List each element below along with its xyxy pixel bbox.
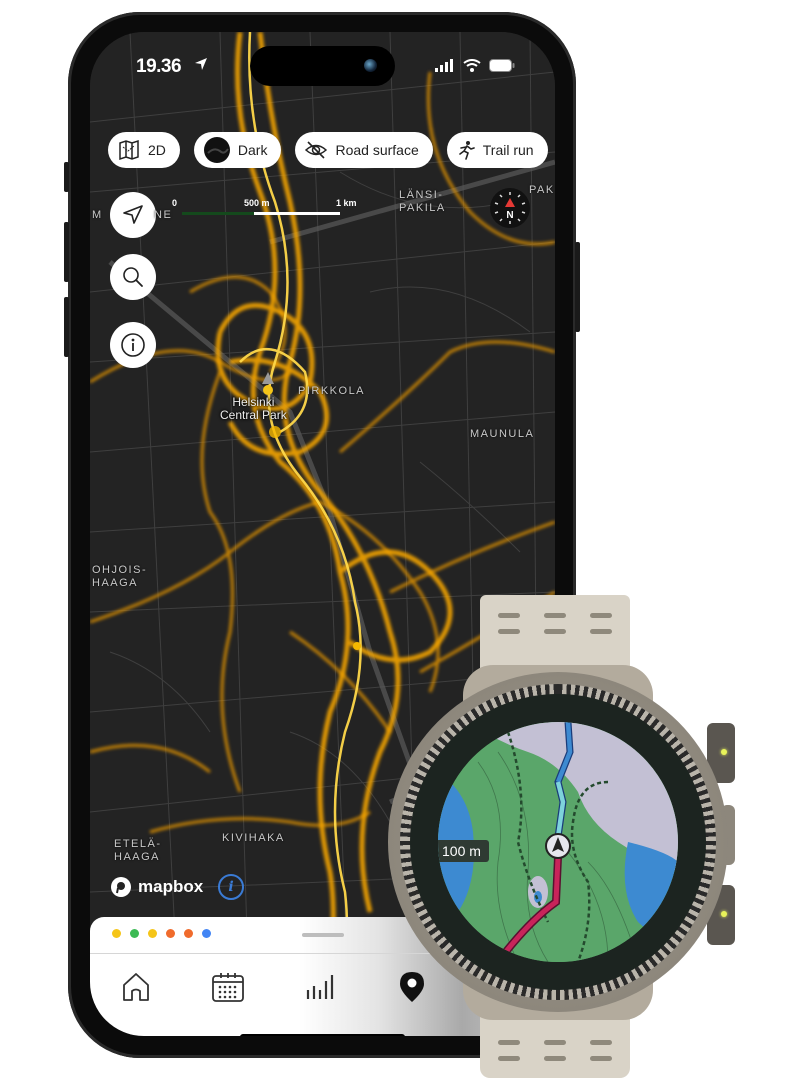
place-label: ETELÄ- HAAGA — [114, 838, 162, 863]
nav-calendar[interactable] — [210, 969, 246, 1005]
scale-bar-segment — [182, 212, 254, 215]
place-label: KIVIHAKA — [222, 832, 285, 844]
activity-dot — [202, 929, 211, 938]
chip-trail-run[interactable]: Trail run — [446, 132, 548, 168]
watch-bezel-inner: 100 m — [410, 694, 706, 990]
place-label: PIRKKOLA — [298, 385, 366, 397]
waypoint-flag-icon — [447, 751, 465, 769]
place-label: OHJOIS- HAAGA — [92, 564, 148, 589]
park-marker[interactable] — [263, 385, 273, 395]
search-button[interactable] — [110, 254, 156, 300]
place-label: MAUNULA — [470, 428, 535, 440]
chip-label: 2D — [148, 142, 166, 158]
status-time: 19.36 — [136, 56, 182, 77]
location-arrow-icon — [195, 58, 207, 70]
mapbox-icon — [111, 877, 131, 897]
sheet-drag-handle[interactable] — [302, 933, 344, 937]
place-label-park: Helsinki Central Park — [220, 395, 287, 422]
battery-icon — [489, 59, 515, 72]
status-icons — [435, 59, 515, 72]
activity-dot — [130, 929, 139, 938]
dynamic-island — [250, 46, 395, 86]
chip-2d[interactable]: 2D — [108, 132, 180, 168]
attribution-info-button[interactable]: i — [218, 874, 244, 900]
search-icon — [123, 267, 143, 287]
map-filter-chips: 2D Dark Road surface Trail run — [108, 132, 548, 168]
activity-type-dots — [112, 929, 211, 938]
locate-button[interactable] — [110, 192, 156, 238]
place-label: NE — [154, 209, 173, 221]
compass-button[interactable]: N — [490, 188, 530, 228]
calendar-icon — [212, 973, 244, 1002]
power-button — [575, 242, 580, 332]
info-icon — [121, 333, 145, 357]
mapbox-logo[interactable]: mapbox — [110, 876, 203, 898]
chip-road-surface[interactable]: Road surface — [295, 132, 433, 168]
scale-label: 1 km — [336, 198, 357, 208]
stats-bars-icon — [306, 975, 334, 999]
info-button[interactable] — [110, 322, 156, 368]
home-indicator[interactable] — [240, 1034, 405, 1036]
mapbox-wordmark: mapbox — [138, 877, 204, 896]
smartwatch: 100 m — [385, 595, 745, 1090]
wifi-icon — [463, 59, 481, 72]
place-label: LÄNSI- PAKILA — [399, 189, 446, 214]
dark-style-icon — [203, 137, 230, 163]
info-icon: i — [228, 879, 234, 895]
watch-screen[interactable]: 100 m — [438, 722, 678, 962]
chip-label: Dark — [237, 142, 268, 158]
compass-icon: N — [494, 192, 526, 224]
scale-bar: 0 500 m 1 km — [172, 198, 362, 222]
activity-dot — [166, 929, 175, 938]
poi-marker[interactable] — [353, 642, 361, 650]
scale-bar-segment — [254, 212, 340, 215]
runner-icon — [457, 140, 475, 160]
chip-dark[interactable]: Dark — [193, 132, 282, 168]
navigation-arrow-icon — [123, 205, 143, 224]
watch-scale-label: 100 m — [438, 840, 489, 862]
eye-off-icon — [305, 141, 328, 159]
scale-label: 0 — [172, 198, 178, 208]
nav-stats[interactable] — [302, 969, 338, 1005]
chip-label: Road surface — [335, 142, 419, 158]
volume-up-button — [64, 222, 69, 282]
watch-case: 100 m — [388, 672, 728, 1012]
map-icon — [118, 139, 140, 161]
place-label: PAK — [529, 184, 555, 196]
chip-label: Trail run — [482, 142, 534, 158]
activity-dot — [184, 929, 193, 938]
nav-home[interactable] — [118, 969, 154, 1005]
signal-icon — [435, 59, 453, 72]
activity-dot — [148, 929, 157, 938]
action-button — [64, 162, 69, 192]
home-icon — [123, 973, 149, 1001]
scale-label: 500 m — [244, 198, 270, 208]
place-label: M — [92, 209, 103, 221]
camera-icon — [364, 59, 377, 72]
compass-label: N — [506, 210, 513, 221]
poi-marker[interactable] — [269, 426, 281, 438]
activity-dot — [112, 929, 121, 938]
volume-down-button — [64, 297, 69, 357]
watch-bezel: 100 m — [400, 684, 716, 1000]
